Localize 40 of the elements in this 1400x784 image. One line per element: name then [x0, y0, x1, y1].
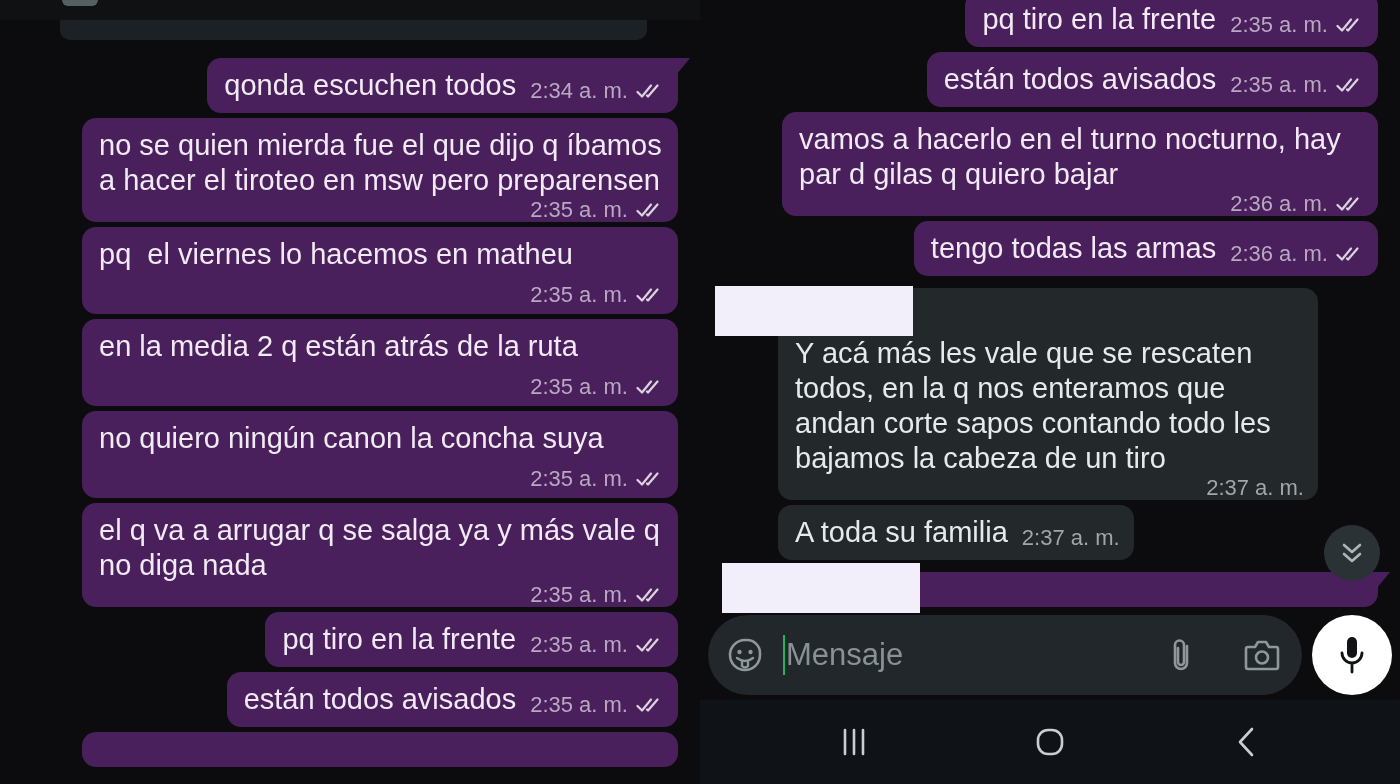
recents-icon[interactable] — [842, 728, 866, 756]
avatar — [62, 0, 98, 6]
message-text: qonda escuchen todos — [224, 69, 517, 101]
double-chevron-icon — [1341, 542, 1363, 564]
message-text: tengo todas las armas — [930, 232, 1217, 264]
message-time: 2:35 a. m. — [530, 633, 628, 657]
message-text: están todos avisados — [943, 63, 1217, 95]
message-text: A toda su familia — [795, 516, 1008, 548]
back-icon[interactable] — [1238, 727, 1254, 757]
message-text: pq el viernes lo hacemos en matheu — [99, 238, 573, 270]
message-text: no se quien mierda fue el que dijo q íbamos a hacer el tiroteo en msw pero preparensen — [99, 128, 663, 198]
message-text: en la media 2 q están atrás de la ruta — [99, 330, 578, 362]
scroll-down-button[interactable] — [1324, 525, 1380, 581]
message-text: pq tiro en la frente — [982, 3, 1217, 35]
message-time: 2:37 a. m. — [1206, 476, 1304, 500]
message-time: 2:37 a. m. — [1021, 526, 1120, 550]
sticker-icon[interactable] — [728, 638, 762, 672]
camera-icon[interactable] — [1244, 639, 1280, 671]
message-time: 2:35 a. m. — [530, 583, 628, 607]
message-text: vamos a hacerlo en el turno nocturno, hay par d gilas q quiero bajar — [799, 122, 1342, 192]
message-time: 2:35 a. m. — [530, 375, 628, 399]
message-time: 2:35 a. m. — [1230, 73, 1328, 97]
text-cursor — [783, 635, 785, 675]
message-text: no quiero ningún canon la concha suya — [99, 422, 604, 454]
message-time: 2:36 a. m. — [1230, 192, 1328, 216]
message-time: 2:35 a. m. — [530, 198, 628, 222]
home-icon[interactable] — [1036, 728, 1064, 756]
message-text: pq tiro en la frente — [282, 623, 517, 655]
message-text: están todos avisados — [243, 683, 517, 715]
message-time: 2:35 a. m. — [1230, 13, 1328, 37]
message-text: el q va a arrugar q se salga ya y más vale q no diga nada — [99, 513, 661, 583]
mic-icon — [1339, 636, 1365, 674]
message-time: 2:35 a. m. — [530, 467, 628, 491]
message-time: 2:35 a. m. — [530, 283, 628, 307]
message-field[interactable]: Mensaje — [785, 633, 1168, 677]
message-time: 2:35 a. m. — [530, 693, 628, 717]
message-time: 2:34 a. m. — [530, 79, 628, 103]
message-time: 2:36 a. m. — [1230, 242, 1328, 266]
message-input[interactable]: Mensaje — [708, 615, 1302, 695]
message-text: Y acá más les vale que se rescaten todos, en la q nos enteramos que andan corte sapos contando todo les bajamos la cabeza de un tiro — [795, 336, 1272, 476]
